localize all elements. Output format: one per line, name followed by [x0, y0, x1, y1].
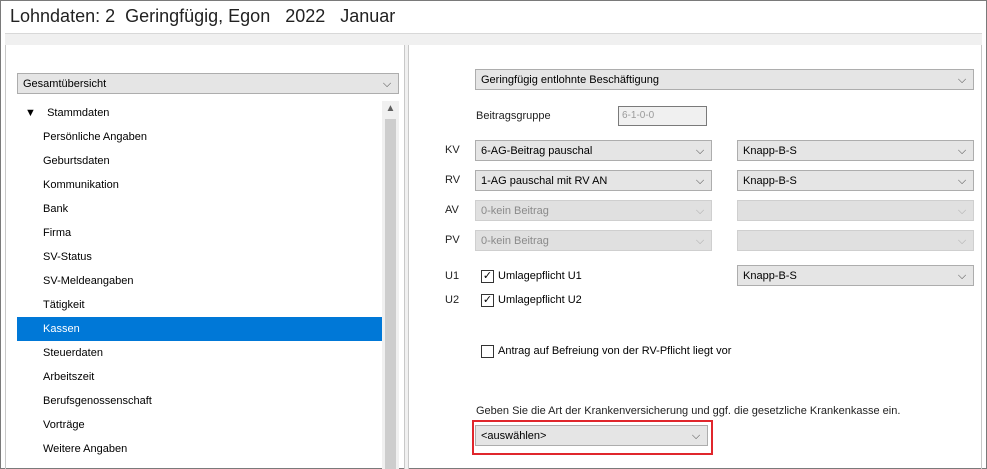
- tree-item-persoenliche-angaben[interactable]: Persönliche Angaben: [17, 125, 382, 149]
- scroll-thumb[interactable]: [385, 119, 396, 469]
- rv-exemption-checkbox[interactable]: [481, 345, 494, 358]
- tree-item-vortraege[interactable]: Vorträge: [17, 413, 382, 437]
- u2-label: U2: [445, 294, 460, 306]
- tree-item-arbeitszeit[interactable]: Arbeitszeit: [17, 365, 382, 389]
- tree-item-weitere-angaben[interactable]: Weitere Angaben: [17, 437, 382, 461]
- tree-item-steuerdaten[interactable]: Steuerdaten: [17, 341, 382, 365]
- highlight-frame: [472, 420, 713, 455]
- rv-kasse-select[interactable]: Knapp-B-S ⌵: [737, 170, 974, 191]
- expand-toggle-icon[interactable]: ▼: [25, 101, 38, 125]
- chevron-down-icon: ⌵: [382, 78, 392, 90]
- kv-kasse-value: Knapp-B-S: [743, 144, 797, 157]
- chevron-down-icon: ⌵: [957, 175, 967, 187]
- u1-check-label: Umlagepflicht U1: [498, 270, 582, 282]
- kv-beitrag-select[interactable]: 6-AG-Beitrag pauschal ⌵: [475, 140, 712, 161]
- av-beitrag-value: 0-kein Beitrag: [481, 204, 549, 217]
- left-panel-border: [5, 45, 6, 469]
- pv-label: PV: [445, 234, 460, 246]
- employment-type-select[interactable]: Geringfügig entlohnte Beschäftigung ⌵: [475, 69, 974, 90]
- overview-select[interactable]: Gesamtübersicht ⌵: [17, 73, 399, 94]
- tree-item-sv-status[interactable]: SV-Status: [17, 245, 382, 269]
- tree-item-kommunikation[interactable]: Kommunikation: [17, 173, 382, 197]
- u2-check-label: Umlagepflicht U2: [498, 294, 582, 306]
- right-panel-border: [981, 45, 982, 469]
- tree-item-firma[interactable]: Firma: [17, 221, 382, 245]
- pv-beitrag-value: 0-kein Beitrag: [481, 234, 549, 247]
- checkmark-icon: ✓: [482, 270, 493, 282]
- tree-item-bank[interactable]: Bank: [17, 197, 382, 221]
- rv-label: RV: [445, 174, 461, 186]
- chevron-down-icon: ⌵: [695, 235, 705, 247]
- u1-kasse-select[interactable]: Knapp-B-S ⌵: [737, 265, 974, 286]
- av-beitrag-select: 0-kein Beitrag ⌵: [475, 200, 712, 221]
- window-title: Lohndaten: 2 Geringfügig, Egon 2022 Janu…: [10, 6, 396, 26]
- navigation-tree: ▼ Stammdaten Persönliche Angaben Geburts…: [17, 101, 382, 469]
- chevron-down-icon: ⌵: [695, 205, 705, 217]
- kv-kasse-select[interactable]: Knapp-B-S ⌵: [737, 140, 974, 161]
- employment-type-value: Geringfügig entlohnte Beschäftigung: [481, 73, 659, 86]
- tree-item-stammdaten[interactable]: ▼ Stammdaten: [17, 101, 382, 125]
- chevron-down-icon: ⌵: [957, 74, 967, 86]
- tree-item-sv-meldeangaben[interactable]: SV-Meldeangaben: [17, 269, 382, 293]
- u2-checkbox[interactable]: ✓: [481, 294, 494, 307]
- tree-item-kassen[interactable]: Kassen: [17, 317, 382, 341]
- rv-beitrag-select[interactable]: 1-AG pauschal mit RV AN ⌵: [475, 170, 712, 191]
- tree-item-taetigkeit[interactable]: Tätigkeit: [17, 293, 382, 317]
- kv-beitrag-value: 6-AG-Beitrag pauschal: [481, 144, 593, 157]
- panel-splitter[interactable]: [404, 45, 409, 469]
- scroll-up-arrow-icon[interactable]: ▲: [382, 101, 399, 117]
- checkmark-icon: ✓: [482, 294, 493, 306]
- pv-beitrag-select: 0-kein Beitrag ⌵: [475, 230, 712, 251]
- chevron-down-icon: ⌵: [957, 205, 967, 217]
- hint-text: Geben Sie die Art der Krankenversicherun…: [476, 405, 901, 417]
- header-separator: [5, 33, 982, 45]
- tree-scrollbar[interactable]: ▲: [382, 101, 399, 469]
- chevron-down-icon: ⌵: [957, 235, 967, 247]
- av-kasse-select: ⌵: [737, 200, 974, 221]
- tree-item-geburtsdaten[interactable]: Geburtsdaten: [17, 149, 382, 173]
- chevron-down-icon: ⌵: [695, 145, 705, 157]
- overview-select-value: Gesamtübersicht: [23, 77, 107, 90]
- u1-kasse-value: Knapp-B-S: [743, 269, 797, 282]
- chevron-down-icon: ⌵: [695, 175, 705, 187]
- av-label: AV: [445, 204, 459, 216]
- beitragsgruppe-label: Beitragsgruppe: [476, 110, 551, 122]
- tree-item-berufsgenossenschaft[interactable]: Berufsgenossenschaft: [17, 389, 382, 413]
- rv-exemption-label: Antrag auf Befreiung von der RV-Pflicht …: [498, 345, 732, 357]
- chevron-down-icon: ⌵: [957, 145, 967, 157]
- chevron-down-icon: ⌵: [957, 270, 967, 282]
- u1-label: U1: [445, 270, 460, 282]
- rv-beitrag-value: 1-AG pauschal mit RV AN: [481, 174, 608, 187]
- kv-label: KV: [445, 144, 460, 156]
- u1-checkbox[interactable]: ✓: [481, 270, 494, 283]
- tree-item-label: Stammdaten: [47, 107, 110, 119]
- beitragsgruppe-field: 6-1-0-0: [618, 106, 707, 126]
- rv-kasse-value: Knapp-B-S: [743, 174, 797, 187]
- pv-kasse-select: ⌵: [737, 230, 974, 251]
